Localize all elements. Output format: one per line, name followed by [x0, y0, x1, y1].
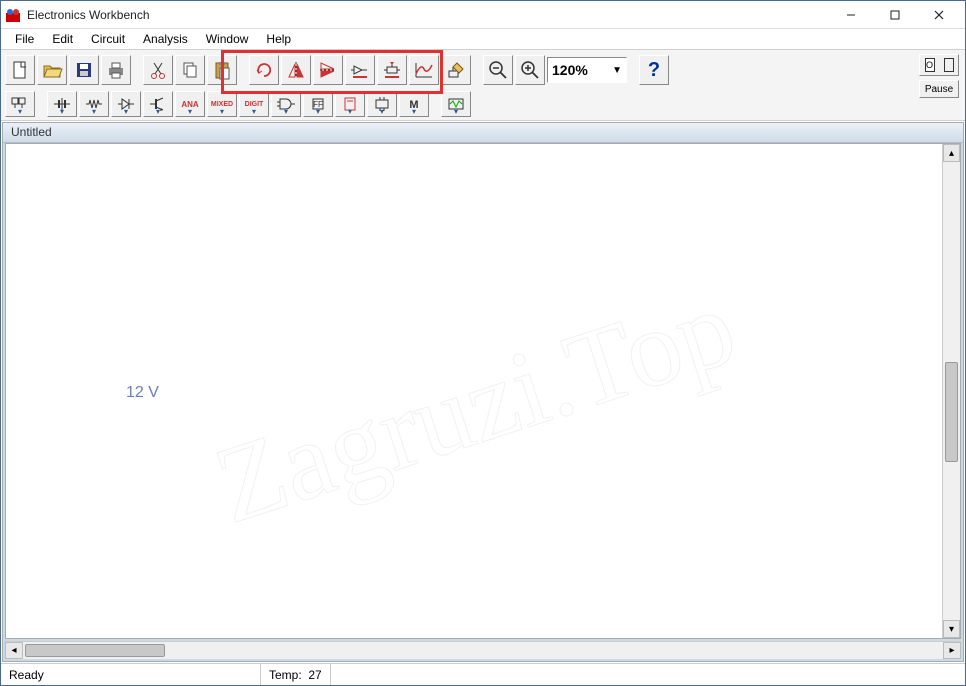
chevron-down-icon: ▼ [612, 65, 622, 76]
indicators-button[interactable]: ▾ [335, 91, 365, 117]
menubar: File Edit Circuit Analysis Window Help [1, 29, 965, 49]
graph-button[interactable] [409, 55, 439, 85]
menu-file[interactable]: File [7, 30, 42, 48]
toolbar-row-2: ▾ ▾ ▾ ▾ ▾ ANA▾ MIXED▾ DIGIT▾ ▾ FF▾ ▾ ▾ M… [5, 88, 961, 120]
status-temp: Temp: 27 [261, 664, 331, 685]
menu-analysis[interactable]: Analysis [135, 30, 196, 48]
voltage-label: 12 V [126, 384, 159, 402]
basic-button[interactable]: ▾ [79, 91, 109, 117]
menu-circuit[interactable]: Circuit [83, 30, 133, 48]
toolbar-area: 120% ▼ ? ▾ ▾ ▾ ▾ ▾ ANA▾ MIXED▾ DIGIT▾ ▾ F… [1, 49, 965, 121]
menu-window[interactable]: Window [198, 30, 257, 48]
new-button[interactable] [5, 55, 35, 85]
document-title: Untitled [3, 123, 963, 143]
diodes-button[interactable]: ▾ [111, 91, 141, 117]
minimize-button[interactable] [829, 1, 873, 29]
hscroll-thumb[interactable] [25, 644, 165, 657]
switch-on-icon [944, 58, 954, 72]
zoom-in-button[interactable] [515, 55, 545, 85]
pause-button[interactable]: Pause [919, 80, 959, 98]
app-title: Electronics Workbench [27, 8, 150, 22]
zoom-value: 120% [552, 62, 588, 78]
misc-button[interactable]: M▾ [399, 91, 429, 117]
mixed-ics-button[interactable]: MIXED▾ [207, 91, 237, 117]
zoom-select[interactable]: 120% ▼ [547, 57, 627, 83]
horizontal-scrollbar[interactable]: ◂ ▸ [5, 641, 961, 659]
temp-label: Temp: [269, 668, 302, 682]
vscroll-thumb[interactable] [945, 362, 958, 462]
digital-button[interactable]: FF▾ [303, 91, 333, 117]
toolbar-row-1: 120% ▼ ? [5, 52, 961, 88]
print-button[interactable] [101, 55, 131, 85]
app-icon [5, 7, 21, 23]
maximize-button[interactable] [873, 1, 917, 29]
help-button[interactable]: ? [639, 55, 669, 85]
right-controls: O Pause [919, 54, 959, 98]
copy-button[interactable] [175, 55, 205, 85]
watermark: Zagruzi.Top [6, 144, 942, 612]
subcircuit-button[interactable] [345, 55, 375, 85]
favorites-button[interactable]: ▾ [5, 91, 35, 117]
analog-ics-button[interactable]: ANA▾ [175, 91, 205, 117]
instruments-button[interactable]: ▾ [441, 91, 471, 117]
vertical-scrollbar[interactable]: ▴ ▾ [942, 144, 960, 638]
component-properties-button[interactable] [377, 55, 407, 85]
sources-button[interactable]: ▾ [47, 91, 77, 117]
paste-button[interactable] [207, 55, 237, 85]
flip-horizontal-button[interactable] [281, 55, 311, 85]
open-button[interactable] [37, 55, 67, 85]
logic-gates-button[interactable]: ▾ [271, 91, 301, 117]
zoom-out-button[interactable] [483, 55, 513, 85]
activate-switch[interactable]: O [919, 54, 959, 76]
menu-edit[interactable]: Edit [44, 30, 81, 48]
svg-text:Zagruzi.Top: Zagruzi.Top [201, 265, 749, 547]
edit-component-button[interactable] [441, 55, 471, 85]
scroll-left-button[interactable]: ◂ [5, 642, 23, 659]
rotate-button[interactable] [249, 55, 279, 85]
transistors-button[interactable]: ▾ [143, 91, 173, 117]
statusbar: Ready Temp: 27 [1, 663, 965, 685]
temp-value: 27 [308, 668, 321, 682]
digital-ics-button[interactable]: DIGIT▾ [239, 91, 269, 117]
close-button[interactable] [917, 1, 961, 29]
canvas[interactable]: Zagruzi.Top 12 V [6, 144, 942, 638]
workspace: Untitled Zagruzi.Top 12 V ▴ ▾ ◂ ▸ [2, 122, 964, 662]
cut-button[interactable] [143, 55, 173, 85]
menu-help[interactable]: Help [258, 30, 299, 48]
controls-button[interactable]: ▾ [367, 91, 397, 117]
scroll-right-button[interactable]: ▸ [943, 642, 961, 659]
switch-off-icon: O [925, 58, 935, 72]
canvas-wrap: Zagruzi.Top 12 V ▴ ▾ [5, 143, 961, 639]
scroll-up-button[interactable]: ▴ [943, 144, 960, 162]
save-button[interactable] [69, 55, 99, 85]
scroll-down-button[interactable]: ▾ [943, 620, 960, 638]
titlebar: Electronics Workbench [1, 1, 965, 29]
flip-vertical-button[interactable] [313, 55, 343, 85]
status-ready: Ready [1, 664, 261, 685]
